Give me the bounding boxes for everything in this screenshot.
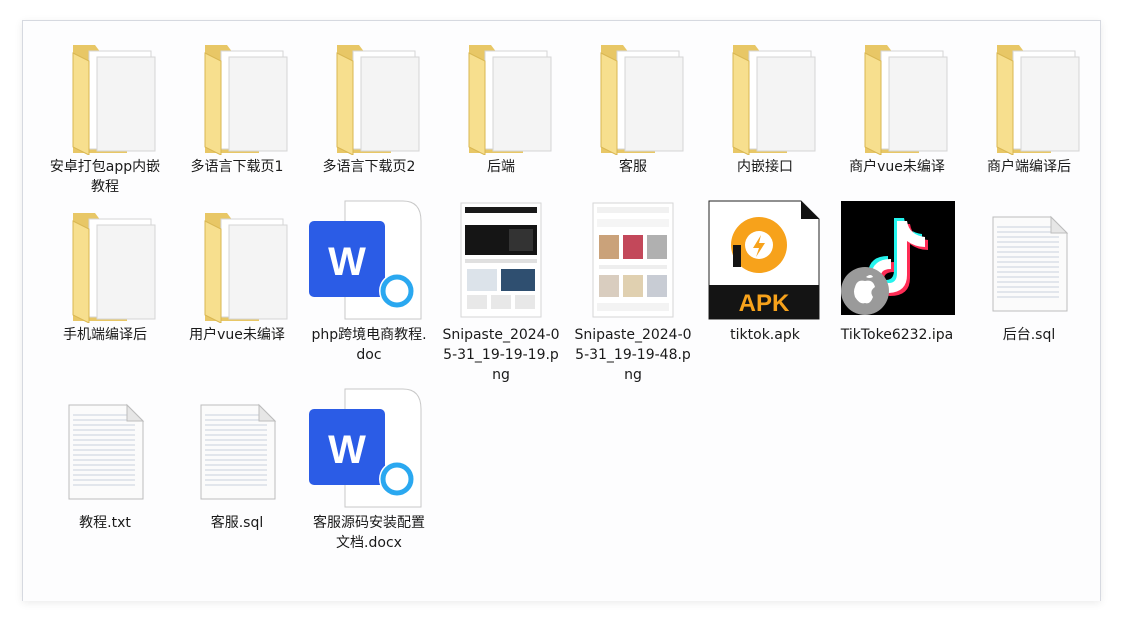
file-item[interactable]: 后端 bbox=[439, 31, 563, 177]
text-file-icon bbox=[967, 199, 1091, 323]
svg-text:W: W bbox=[328, 240, 366, 284]
file-item[interactable]: Snipaste_2024-05-31_19-19-19.png bbox=[439, 199, 563, 385]
file-item[interactable]: 客服.sql bbox=[175, 387, 299, 533]
file-name-label: 后台.sql bbox=[1002, 327, 1056, 343]
file-name-label: 用户vue未编译 bbox=[189, 327, 285, 343]
file-item[interactable]: W 客服源码安装配置文档.docx bbox=[307, 387, 431, 553]
file-item[interactable]: 安卓打包app内嵌教程 bbox=[43, 31, 167, 197]
svg-text:APK: APK bbox=[739, 290, 790, 317]
file-name-label: 安卓打包app内嵌教程 bbox=[49, 159, 161, 195]
folder-icon bbox=[571, 31, 695, 155]
folder-icon bbox=[967, 31, 1091, 155]
file-name-label: 教程.txt bbox=[79, 515, 131, 531]
folder-icon bbox=[835, 31, 959, 155]
screenshot-thumbnail-icon bbox=[439, 199, 563, 323]
file-name-label: 内嵌接口 bbox=[737, 159, 793, 175]
folder-icon bbox=[307, 31, 431, 155]
explorer-window: 安卓打包app内嵌教程 多语言下载页1 多语言下载页2 后端 客服 内嵌接口 商… bbox=[22, 20, 1101, 601]
file-item[interactable]: 内嵌接口 bbox=[703, 31, 827, 177]
word-document-icon: W bbox=[307, 387, 431, 511]
file-name-label: 客服源码安装配置文档.docx bbox=[313, 515, 425, 551]
file-name-label: Snipaste_2024-05-31_19-19-19.png bbox=[442, 327, 560, 383]
file-name-label: php跨境电商教程.doc bbox=[311, 327, 427, 363]
file-item[interactable]: 用户vue未编译 bbox=[175, 199, 299, 345]
file-item[interactable]: 商户端编译后 bbox=[967, 31, 1091, 177]
file-name-label: tiktok.apk bbox=[730, 327, 800, 343]
folder-icon bbox=[43, 31, 167, 155]
file-item[interactable]: 多语言下载页1 bbox=[175, 31, 299, 177]
file-name-label: 手机端编译后 bbox=[63, 327, 147, 343]
folder-icon bbox=[703, 31, 827, 155]
file-name-label: 商户vue未编译 bbox=[849, 159, 945, 175]
file-name-label: 商户端编译后 bbox=[987, 159, 1071, 175]
apk-icon: APK bbox=[703, 199, 827, 323]
text-file-icon bbox=[175, 387, 299, 511]
folder-icon bbox=[43, 199, 167, 323]
word-document-icon: W bbox=[307, 199, 431, 323]
folder-icon bbox=[175, 199, 299, 323]
file-item[interactable]: 多语言下载页2 bbox=[307, 31, 431, 177]
file-name-label: Snipaste_2024-05-31_19-19-48.png bbox=[574, 327, 692, 383]
file-item[interactable]: 教程.txt bbox=[43, 387, 167, 533]
folder-icon bbox=[439, 31, 563, 155]
tiktok-ipa-icon bbox=[835, 199, 959, 323]
file-name-label: 多语言下载页1 bbox=[190, 159, 284, 175]
text-file-icon bbox=[43, 387, 167, 511]
screenshot-thumbnail-icon bbox=[571, 199, 695, 323]
file-item[interactable]: 商户vue未编译 bbox=[835, 31, 959, 177]
folder-icon bbox=[175, 31, 299, 155]
file-item[interactable]: APK tiktok.apk bbox=[703, 199, 827, 345]
file-item[interactable]: 手机端编译后 bbox=[43, 199, 167, 345]
file-item[interactable]: 后台.sql bbox=[967, 199, 1091, 345]
file-item[interactable]: W php跨境电商教程.doc bbox=[307, 199, 431, 365]
svg-text:W: W bbox=[328, 428, 366, 472]
file-item[interactable]: TikToke6232.ipa bbox=[835, 199, 959, 345]
file-name-label: 客服 bbox=[619, 159, 647, 175]
file-name-label: 多语言下载页2 bbox=[322, 159, 416, 175]
file-name-label: 后端 bbox=[487, 159, 515, 175]
file-name-label: 客服.sql bbox=[210, 515, 264, 531]
file-name-label: TikToke6232.ipa bbox=[840, 327, 954, 343]
file-item[interactable]: 客服 bbox=[571, 31, 695, 177]
file-item[interactable]: Snipaste_2024-05-31_19-19-48.png bbox=[571, 199, 695, 385]
